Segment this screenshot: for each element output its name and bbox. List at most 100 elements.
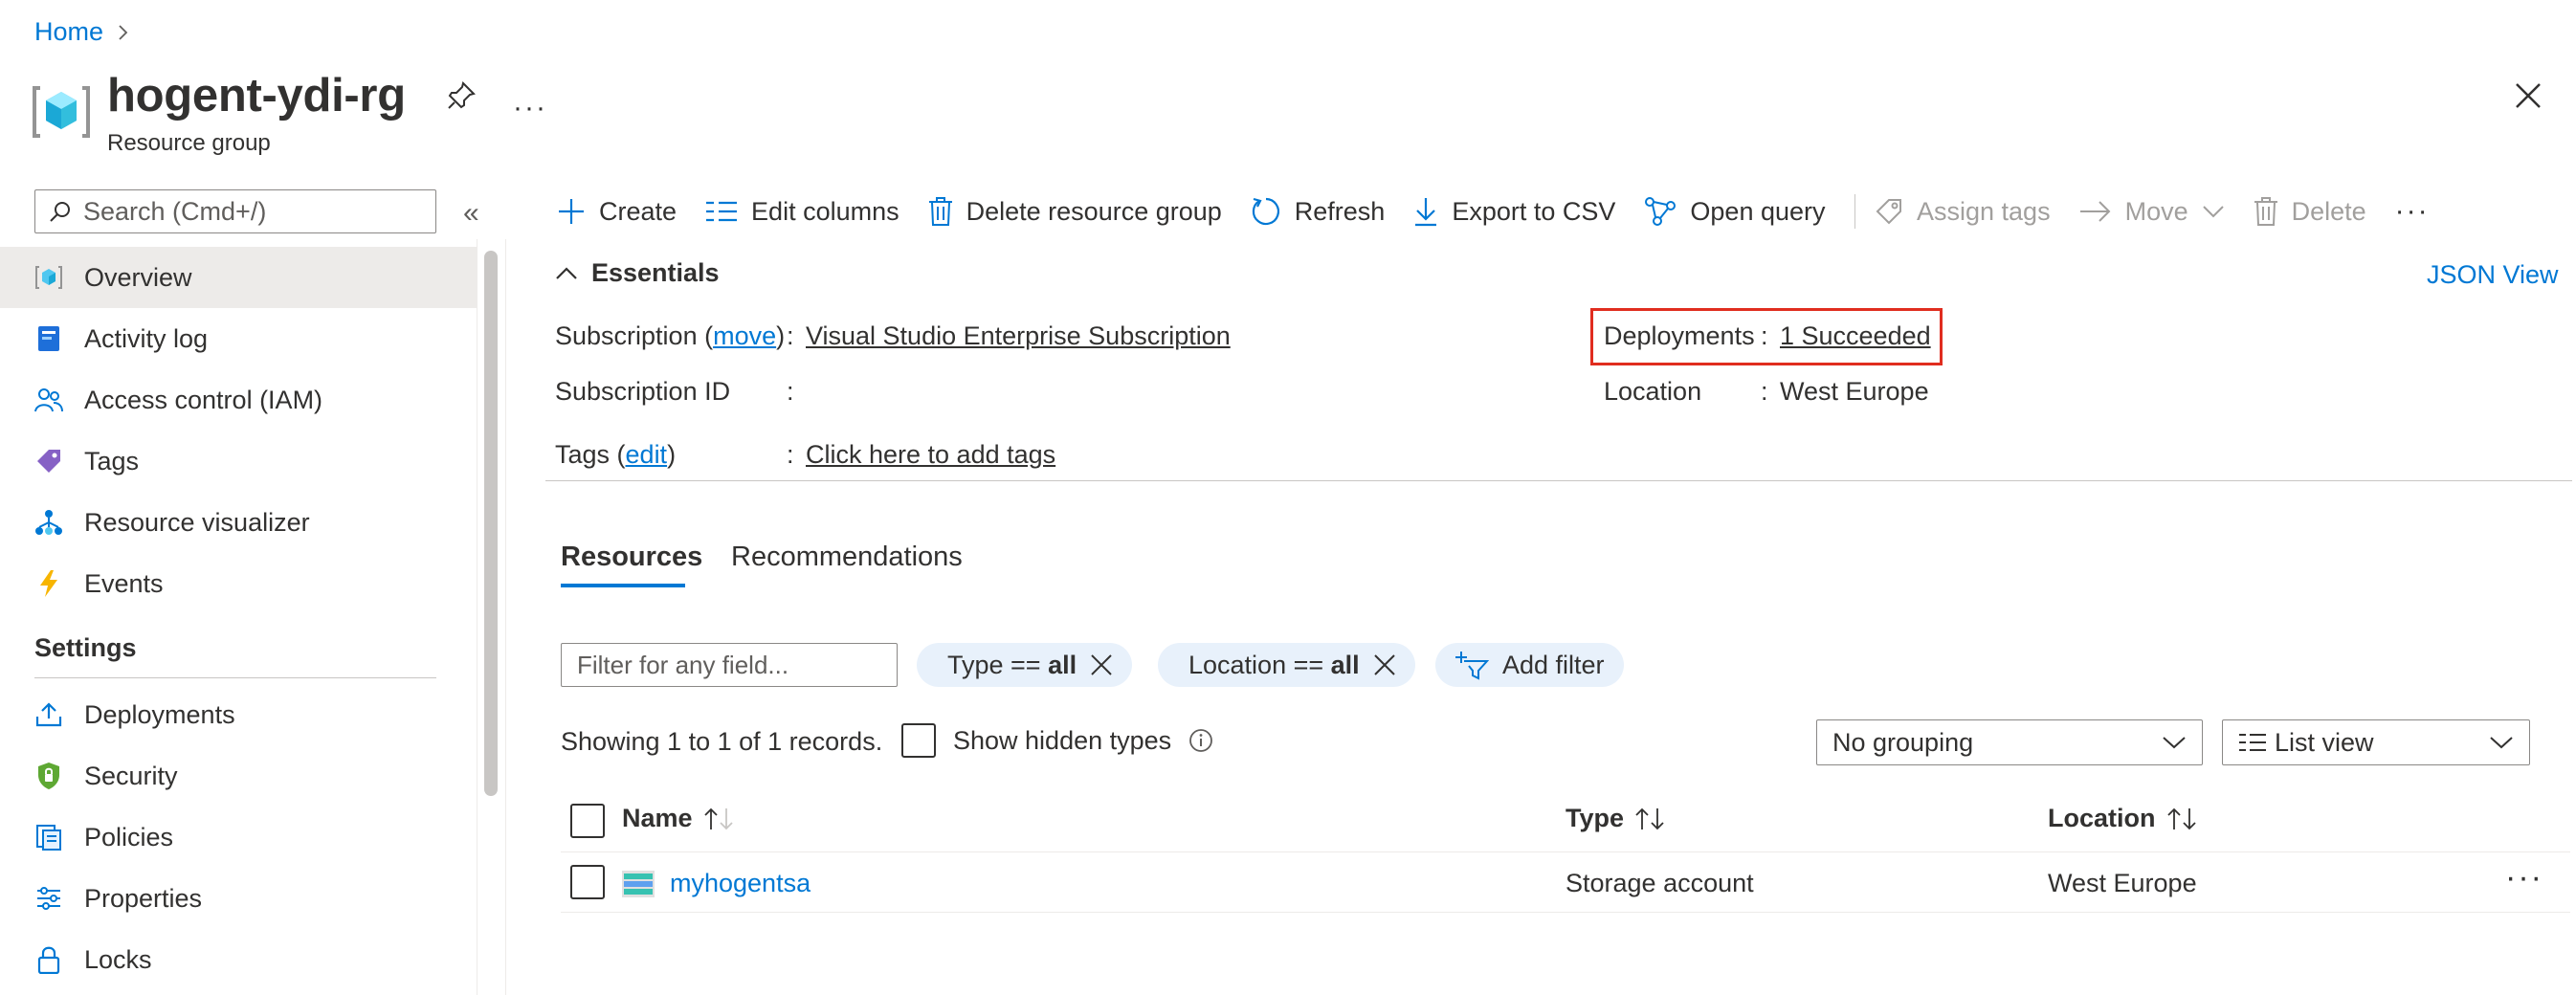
sidebar-item-tags[interactable]: Tags <box>0 431 477 492</box>
subscription-id-colon: : <box>787 377 794 406</box>
delete-button[interactable]: Delete <box>2254 196 2366 227</box>
sidebar-item-activity-log[interactable]: Activity log <box>0 308 477 369</box>
type-filter-pill[interactable]: Type == all <box>917 643 1133 687</box>
query-icon <box>1644 196 1677 227</box>
grouping-value: No grouping <box>1832 727 1974 757</box>
activity-log-icon <box>34 324 63 353</box>
sidebar-item-label: Tags <box>84 446 140 475</box>
column-header-type[interactable]: Type <box>1566 804 1668 833</box>
subscription-move-link[interactable]: move <box>713 321 776 350</box>
sidebar-item-label: Policies <box>84 822 174 851</box>
toolbar-separator <box>1854 194 1855 229</box>
show-hidden-checkbox[interactable] <box>901 723 936 758</box>
open-query-button[interactable]: Open query <box>1644 196 1826 227</box>
essentials-title: Essentials <box>591 258 720 287</box>
arrow-right-icon <box>2079 200 2112 223</box>
move-button[interactable]: Move <box>2079 197 2225 227</box>
trash-icon <box>2254 196 2278 227</box>
tab-resources[interactable]: Resources <box>561 542 702 573</box>
subscription-id-label: Subscription ID <box>555 377 731 406</box>
sidebar-item-events[interactable]: Events <box>0 553 477 614</box>
select-all-header <box>570 804 605 838</box>
sidebar-item-iam[interactable]: Access control (IAM) <box>0 369 477 431</box>
page-subtitle: Resource group <box>107 130 271 156</box>
sidebar-item-security[interactable]: Security <box>0 745 477 807</box>
export-csv-button[interactable]: Export to CSV <box>1413 196 1615 227</box>
show-hidden-types[interactable]: Show hidden types <box>901 723 1213 758</box>
assign-tags-button[interactable]: Assign tags <box>1875 197 2051 227</box>
json-view-link[interactable]: JSON View <box>2427 260 2559 290</box>
collapse-menu-button[interactable]: « <box>463 197 479 230</box>
close-icon[interactable] <box>2515 82 2542 109</box>
sidebar-item-label: Overview <box>84 262 192 292</box>
column-name-label: Name <box>622 804 693 832</box>
sidebar-item-locks[interactable]: Locks <box>0 929 477 990</box>
subscription-link[interactable]: Visual Studio Enterprise Subscription <box>806 321 1231 351</box>
info-icon[interactable] <box>1188 728 1213 753</box>
sidebar-item-resource-visualizer[interactable]: Resource visualizer <box>0 492 477 553</box>
more-options-button[interactable]: ··· <box>513 92 547 124</box>
hierarchy-icon <box>34 508 63 537</box>
create-button[interactable]: Create <box>557 197 677 227</box>
row-checkbox[interactable] <box>570 865 605 899</box>
search-placeholder: Search (Cmd+/) <box>83 196 267 226</box>
location-filter-text: Location == <box>1188 650 1331 679</box>
toolbar-more-button[interactable]: ··· <box>2395 195 2430 228</box>
settings-heading: Settings <box>34 633 137 662</box>
trash-icon <box>928 196 953 227</box>
type-filter-label: Type == all <box>947 651 1077 680</box>
lightning-icon <box>34 569 63 598</box>
create-label: Create <box>599 196 677 226</box>
location-filter-value: all <box>1330 650 1360 679</box>
add-tags-link[interactable]: Click here to add tags <box>806 440 1055 470</box>
refresh-button[interactable]: Refresh <box>1251 196 1385 227</box>
column-header-name[interactable]: Name <box>622 804 737 833</box>
nav-scrollbar[interactable] <box>484 251 498 796</box>
essentials-toggle[interactable]: Essentials <box>555 258 720 288</box>
column-header-location[interactable]: Location <box>2048 804 2200 833</box>
search-input[interactable]: Search (Cmd+/) <box>34 189 436 233</box>
type-filter-value: all <box>1048 650 1077 679</box>
close-icon[interactable] <box>1090 653 1113 676</box>
location-value: West Europe <box>1780 377 1929 406</box>
deployments-link[interactable]: 1 Succeeded <box>1780 321 1931 351</box>
sidebar-item-properties[interactable]: Properties <box>0 868 477 929</box>
edit-columns-label: Edit columns <box>751 196 899 226</box>
delete-resource-group-button[interactable]: Delete resource group <box>928 196 1222 227</box>
shield-icon <box>34 762 63 790</box>
subscription-label-text: Subscription ( <box>555 321 714 350</box>
resource-name-link[interactable]: myhogentsa <box>670 869 811 898</box>
view-dropdown[interactable]: List view <box>2222 719 2530 765</box>
sidebar-item-label: Resource visualizer <box>84 507 310 537</box>
select-all-checkbox[interactable] <box>570 804 605 838</box>
sidebar-nav: Overview Activity log Access control (IA… <box>0 247 477 990</box>
sidebar-item-deployments[interactable]: Deployments <box>0 684 477 745</box>
policy-icon <box>34 823 63 851</box>
add-filter-button[interactable]: Add filter <box>1435 643 1624 687</box>
filter-input[interactable]: Filter for any field... <box>561 643 898 687</box>
close-icon[interactable] <box>1373 653 1396 676</box>
assign-tags-label: Assign tags <box>1917 196 2051 226</box>
command-bar: Create Edit columns Delete resource grou… <box>557 189 2458 233</box>
sidebar-item-label: Deployments <box>84 699 235 729</box>
row-more-button[interactable]: ··· <box>2505 859 2543 896</box>
breadcrumb-home-link[interactable]: Home <box>34 17 103 47</box>
grouping-dropdown[interactable]: No grouping <box>1816 719 2203 765</box>
essentials-divider <box>545 480 2572 481</box>
tags-edit-link[interactable]: edit <box>626 440 668 469</box>
upload-icon <box>34 700 63 729</box>
tab-recommendations[interactable]: Recommendations <box>731 542 963 573</box>
location-filter-label: Location == all <box>1188 651 1360 680</box>
tags-colon: : <box>787 440 794 469</box>
location-filter-pill[interactable]: Location == all <box>1158 643 1415 687</box>
delete-rg-label: Delete resource group <box>966 196 1222 226</box>
sidebar-item-overview[interactable]: Overview <box>0 247 477 308</box>
view-value: List view <box>2275 727 2374 757</box>
sidebar-item-label: Security <box>84 761 178 790</box>
tags-label: Tags (edit) <box>555 440 676 470</box>
breadcrumb: Home <box>34 17 130 47</box>
edit-columns-button[interactable]: Edit columns <box>705 197 899 227</box>
sidebar-item-policies[interactable]: Policies <box>0 807 477 868</box>
pin-icon[interactable] <box>446 80 477 111</box>
export-csv-label: Export to CSV <box>1452 196 1616 226</box>
